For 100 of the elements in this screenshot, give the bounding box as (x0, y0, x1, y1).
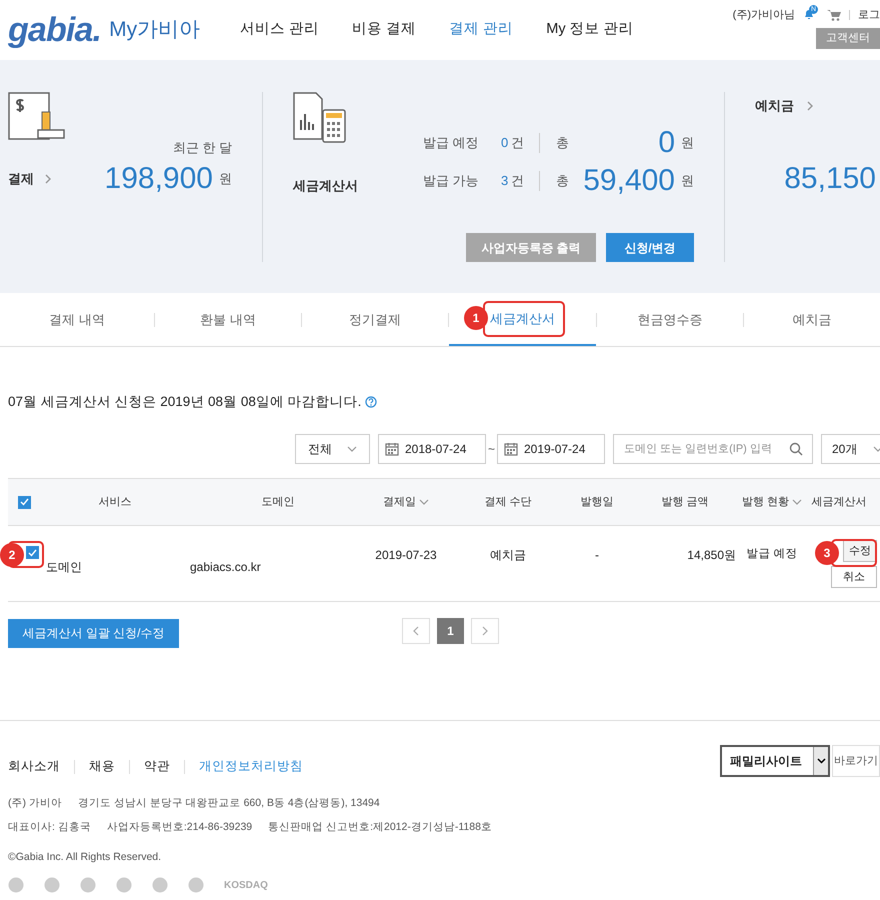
column-header[interactable]: 발행 현황 (742, 494, 802, 510)
certification-mark-icon (152, 877, 168, 894)
table-cell-text: gabiacs.co.kr (190, 559, 261, 576)
company-info: 경기도 성남시 분당구 대왕판교로 660, B동 4층(삼평동), 13494 (78, 796, 380, 811)
cancel-button[interactable]: 취소 (831, 566, 877, 588)
total-label: 총 (556, 172, 569, 190)
cart-icon (827, 9, 841, 22)
company-info: 대표이사: 김홍국 (8, 820, 91, 835)
total-amount: 0 (658, 128, 675, 158)
go-button[interactable]: 바로가기 (832, 745, 880, 778)
total-label: 총 (556, 134, 569, 152)
chevron-down-icon (346, 446, 357, 452)
nav-link[interactable]: 서비스 관리 (240, 19, 320, 41)
nav-link[interactable]: 비용 결제 (352, 19, 416, 41)
chevron-right-icon (44, 174, 52, 184)
tax-invoice-label: 세금계산서 (293, 177, 358, 195)
help-icon (365, 396, 378, 408)
certification-mark-icon (80, 877, 96, 894)
logo[interactable]: gabia. (8, 13, 102, 47)
select-value: 패밀리사이트 (730, 753, 802, 770)
status-label: 발급 가능 (423, 172, 480, 190)
payment-label: 결제 (8, 170, 34, 188)
nav-link[interactable]: 결제 관리 (449, 19, 514, 41)
tab[interactable]: 예치금 (744, 293, 880, 346)
next-page-icon (471, 618, 499, 644)
company-info: 사업자등록번호:214-86-39239 (106, 820, 252, 835)
page-size-select[interactable]: 20개 (821, 434, 880, 464)
tab[interactable]: 정기결제 (302, 293, 448, 346)
table-cell-text: 예치금 (490, 547, 526, 564)
end-date-field[interactable]: 2019-07-24 (497, 434, 605, 464)
table-cell-text: 도메인 (46, 559, 82, 576)
certification-mark-icon (44, 877, 60, 894)
checkbox[interactable] (26, 546, 39, 560)
bulk-apply-button[interactable]: 세금계산서 일괄 신청/수정 (8, 618, 179, 648)
count-value: 0 (501, 134, 508, 152)
certification-label: KOSDAQ (224, 878, 268, 893)
deposit-link[interactable]: 예치금 (755, 96, 880, 116)
date-value: 2018-07-24 (404, 441, 466, 458)
edit-button[interactable]: 수정 (843, 540, 877, 562)
footer-link[interactable]: 개인정보처리방침 (199, 757, 303, 776)
table-cell-text: 발급 예정 (746, 547, 798, 562)
company-info: 통신판매업 신고번호:제2012-경기성남-1188호 (268, 820, 492, 835)
currency-unit: 원 (219, 170, 232, 188)
check-icon (28, 548, 37, 557)
chevron-down-icon (873, 446, 880, 452)
certification-mark-icon (188, 877, 204, 894)
sort-icon (419, 499, 429, 506)
currency-unit: 원 (681, 172, 694, 190)
family-site-select[interactable]: 패밀리사이트 (720, 745, 830, 778)
copyright: ©Gabia Inc. All Rights Reserved. (8, 850, 162, 864)
deposit-label: 예치금 (755, 97, 794, 115)
tab[interactable]: 현금영수증 (597, 293, 743, 346)
column-header: 발행 금액 (661, 495, 709, 510)
apply-button[interactable]: 신청/변경 (606, 233, 694, 262)
calendar-icon (384, 442, 399, 456)
chevron-right-icon (806, 100, 814, 111)
column-header: 도메인 (262, 495, 294, 510)
start-date-field[interactable]: 2018-07-24 (378, 434, 486, 464)
deposit-amount: 85,150 (784, 164, 876, 194)
payment-link[interactable]: 결제 (8, 169, 52, 189)
calendar-icon (504, 442, 518, 456)
bell-icon (803, 8, 815, 20)
step-badge: 3 (815, 541, 839, 565)
type-select[interactable]: 전체 (294, 434, 370, 464)
range-separator: ~ (488, 441, 495, 458)
status-label: 발급 예정 (423, 134, 480, 152)
product-name: My가비아 (109, 17, 200, 44)
logout-link[interactable]: 로그 (858, 7, 880, 24)
select-value: 전체 (308, 441, 332, 458)
tab[interactable]: 결제 내역 (0, 293, 154, 346)
footer-link[interactable]: 회사소개 (8, 757, 60, 776)
previous-page-icon (402, 618, 430, 644)
user-name: (주)가비아님 (732, 8, 795, 23)
total-amount: 59,400 (583, 166, 675, 196)
count-unit: 건 (511, 172, 524, 190)
deadline-notice: 07월 세금계산서 신청은 2019년 08월 08일에 마감합니다. (8, 393, 362, 411)
table-cell-text: - (595, 547, 599, 564)
search-field[interactable]: 도메인 또는 일련번호(IP) 입력 (613, 434, 813, 464)
step-badge: 1 (464, 306, 488, 330)
table-cell-text: 14,850원 (687, 547, 736, 564)
column-header[interactable]: 결제일 (383, 494, 429, 510)
checkbox[interactable] (18, 496, 30, 509)
check-icon (20, 498, 28, 506)
footer-link[interactable]: 채용 (89, 757, 115, 776)
company-info: (주) 가비아 (8, 796, 62, 811)
page-button[interactable]: 1 (437, 618, 464, 644)
calculator-document-icon (293, 92, 349, 146)
payment-amount: 198,900 (104, 164, 213, 194)
chevron-down-icon (816, 758, 826, 764)
column-header: 결제 수단 (484, 495, 532, 510)
nav-link[interactable]: My 정보 관리 (546, 19, 634, 41)
currency-unit: 원 (681, 134, 694, 152)
certification-mark-icon (8, 877, 24, 894)
step-badge: 2 (0, 543, 24, 567)
certification-mark-icon (116, 877, 132, 894)
table-cell-text: 2019-07-23 (375, 547, 437, 564)
tab[interactable]: 환불 내역 (155, 293, 301, 346)
footer-link[interactable]: 약관 (144, 757, 170, 776)
count-value: 3 (501, 172, 508, 190)
column-header: 세금계산서 (812, 495, 866, 510)
